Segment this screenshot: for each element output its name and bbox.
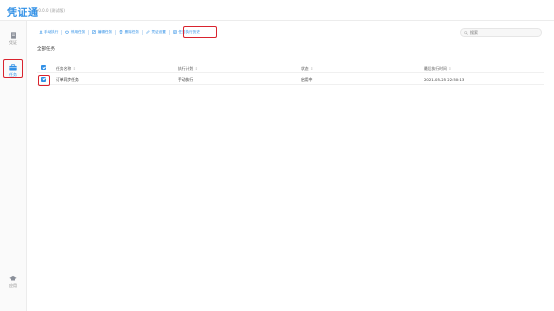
sidebar-item-label: 凭证 <box>9 40 17 45</box>
toolbar-divider <box>168 29 170 35</box>
download-icon <box>39 30 42 34</box>
history-icon <box>173 30 177 34</box>
column-header-label: 状态 <box>301 65 309 71</box>
search-box <box>460 28 542 37</box>
disable-task-button[interactable]: 停用任务 <box>64 28 87 36</box>
run-manually-button[interactable]: 手动执行 <box>37 28 60 36</box>
toolbar-divider <box>115 29 117 35</box>
trash-icon <box>119 30 123 34</box>
app-version: v0.0.0 (测试版) <box>36 8 65 13</box>
edit-icon <box>92 30 96 34</box>
search-input[interactable] <box>470 30 540 35</box>
column-header-label: 任务名称 <box>56 65 72 71</box>
column-header-last-run[interactable]: 最后执行时间 ⇕ <box>424 66 451 72</box>
app-header: 凭证通 v0.0.0 (测试版) <box>0 0 554 21</box>
search-icon <box>464 30 468 35</box>
app-title: 凭证通 <box>7 8 39 19</box>
run-manually-label: 手动执行 <box>44 29 59 34</box>
disable-task-label: 停用任务 <box>70 29 86 34</box>
column-header-label: 最后执行时间 <box>424 65 447 71</box>
sort-icon: ⇕ <box>448 65 452 71</box>
pencil-icon <box>146 30 150 34</box>
task-status: 启用中 <box>301 76 313 82</box>
sort-icon: ⇕ <box>72 65 76 71</box>
voucher-settings-button[interactable]: 凭证设置 <box>145 28 168 36</box>
sidebar-item-vouchers[interactable]: 凭证 <box>2 30 24 50</box>
table-row[interactable]: 订单同步任务 手动执行 启用中 2021-05-25 22:50:13 <box>37 73 544 85</box>
task-table: 任务名称 ⇕ 执行计划 ⇕ 状态 ⇕ 最后执行时间 ⇕ 订单同步任务 手动执行 启用中 … <box>37 62 544 85</box>
task-name: 订单同步任务 <box>56 76 79 82</box>
table-header-row: 任务名称 ⇕ 执行计划 ⇕ 状态 ⇕ 最后执行时间 ⇕ <box>37 62 544 73</box>
column-header-schedule[interactable]: 执行计划 ⇕ <box>178 66 198 72</box>
toolbar-divider <box>88 29 90 35</box>
section-title: 全部任务 <box>37 47 55 52</box>
sort-icon: ⇕ <box>194 65 198 71</box>
sidebar-item-apps[interactable]: 应用 <box>2 273 24 293</box>
edit-task-label: 编辑任务 <box>97 29 113 34</box>
graduation-cap-icon <box>9 275 17 281</box>
toolbar-divider <box>61 29 63 35</box>
column-header-label: 执行计划 <box>178 65 194 71</box>
delete-task-button[interactable]: 删除任务 <box>118 28 141 36</box>
column-header-name[interactable]: 任务名称 ⇕ <box>56 66 76 72</box>
toolbar-divider <box>142 29 143 35</box>
task-toolbar: 手动执行 停用任务 编辑任务 删除任务 凭证设置 任务执行历史 <box>37 27 201 37</box>
highlight-box-row-checkbox <box>38 75 50 86</box>
select-all-checkbox[interactable] <box>41 65 46 70</box>
delete-task-label: 删除任务 <box>124 29 139 34</box>
sidebar-item-label: 应用 <box>9 283 17 288</box>
voucher-settings-label: 凭证设置 <box>151 29 166 34</box>
column-header-status[interactable]: 状态 ⇕ <box>301 66 313 72</box>
task-schedule: 手动执行 <box>178 76 194 82</box>
highlight-box-tasks <box>3 59 23 78</box>
edit-task-button[interactable]: 编辑任务 <box>91 28 114 36</box>
highlight-box-task-history <box>183 26 217 38</box>
task-last-run: 2021-05-25 22:50:13 <box>424 76 465 82</box>
power-icon <box>65 30 69 34</box>
sort-icon: ⇕ <box>310 65 314 71</box>
document-icon <box>10 32 16 39</box>
